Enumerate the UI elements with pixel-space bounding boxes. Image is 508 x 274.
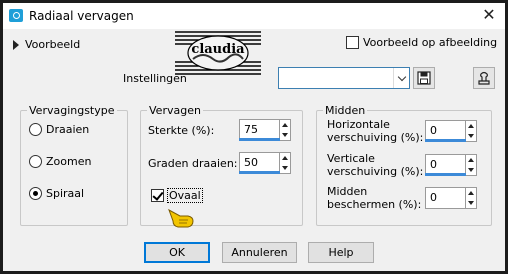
radio-draaien-label: Draaien: [46, 123, 90, 136]
radio-spiraal-circle[interactable]: [29, 187, 42, 200]
h-offset-label-line1: Horizontale: [327, 118, 390, 131]
radio-zoomen-label: Zoomen: [46, 155, 92, 168]
reset-stamp-icon: [478, 71, 490, 85]
radial-blur-dialog: Radiaal vervagen ✕ Voorbeeld claudia Voo…: [3, 3, 505, 271]
title-bar: Radiaal vervagen ✕: [3, 3, 505, 29]
preview-on-image-label: Voorbeeld op afbeelding: [363, 36, 498, 49]
settings-label: Instellingen: [123, 72, 187, 85]
v-offset-spin-arrows-icon[interactable]: [466, 154, 477, 176]
preview-toggle-label: Voorbeeld: [25, 38, 81, 51]
protect-stepper[interactable]: 0: [425, 187, 477, 209]
app-icon: [9, 9, 23, 22]
v-offset-label-line1: Verticale: [327, 152, 375, 165]
v-offset-label-line2: verschuiving (%):: [327, 165, 424, 178]
watermark-logo: claudia: [175, 31, 261, 75]
floppy-disk-icon: [417, 71, 431, 85]
save-preset-button[interactable]: [413, 67, 435, 89]
twist-label: Graden draaien:: [148, 157, 238, 170]
expand-triangle-icon: [13, 39, 19, 50]
preview-toggle[interactable]: Voorbeeld: [13, 38, 80, 51]
radio-zoomen-circle[interactable]: [29, 155, 42, 168]
v-offset-stepper[interactable]: 0: [425, 154, 477, 176]
strength-label: Sterkte (%):: [148, 124, 215, 137]
blur-type-legend: Vervagingstype: [29, 104, 115, 117]
radio-spiraal[interactable]: Spiraal: [29, 187, 84, 200]
oval-checkbox[interactable]: Ovaal: [151, 188, 203, 203]
h-offset-stepper[interactable]: 0: [425, 120, 477, 142]
twist-spin-arrows-icon[interactable]: [280, 152, 291, 174]
window-title: Radiaal vervagen: [29, 9, 134, 23]
oval-label: Ovaal: [167, 188, 203, 203]
protect-label-line2: beschermen (%):: [327, 198, 422, 211]
preset-combobox[interactable]: [278, 67, 410, 89]
strength-stepper[interactable]: 75: [239, 119, 291, 141]
chevron-down-icon[interactable]: [393, 68, 409, 88]
oval-check-box[interactable]: [151, 189, 164, 202]
center-legend: Midden: [325, 104, 366, 117]
h-offset-slider-bar[interactable]: [425, 139, 466, 142]
help-button[interactable]: Help: [308, 242, 374, 263]
twist-stepper[interactable]: 50: [239, 152, 291, 174]
radio-draaien-circle[interactable]: [29, 123, 42, 136]
blur-legend: Vervagen: [149, 104, 201, 117]
preview-on-image-box[interactable]: [346, 36, 359, 49]
close-icon[interactable]: ✕: [479, 5, 499, 25]
twist-slider-bar[interactable]: [239, 171, 280, 174]
v-offset-slider-bar[interactable]: [425, 173, 466, 176]
protect-input[interactable]: 0: [425, 187, 466, 209]
radio-draaien[interactable]: Draaien: [29, 123, 89, 136]
cancel-button[interactable]: Annuleren: [222, 242, 297, 263]
reset-button[interactable]: [473, 67, 495, 89]
radio-zoomen[interactable]: Zoomen: [29, 155, 91, 168]
preview-on-image-checkbox[interactable]: Voorbeeld op afbeelding: [346, 36, 497, 49]
watermark-text: claudia: [191, 42, 245, 57]
ok-button[interactable]: OK: [144, 242, 210, 263]
window-frame: Radiaal vervagen ✕ Voorbeeld claudia Voo…: [0, 0, 508, 274]
strength-spin-arrows-icon[interactable]: [280, 119, 291, 141]
h-offset-spin-arrows-icon[interactable]: [466, 120, 477, 142]
pointing-hand-icon: [168, 208, 194, 228]
protect-spin-arrows-icon[interactable]: [466, 187, 477, 209]
radio-spiraal-label: Spiraal: [46, 187, 85, 200]
strength-slider-bar[interactable]: [239, 138, 280, 141]
h-offset-label-line2: verschuiving (%):: [327, 131, 424, 144]
protect-label-line1: Midden: [327, 185, 368, 198]
